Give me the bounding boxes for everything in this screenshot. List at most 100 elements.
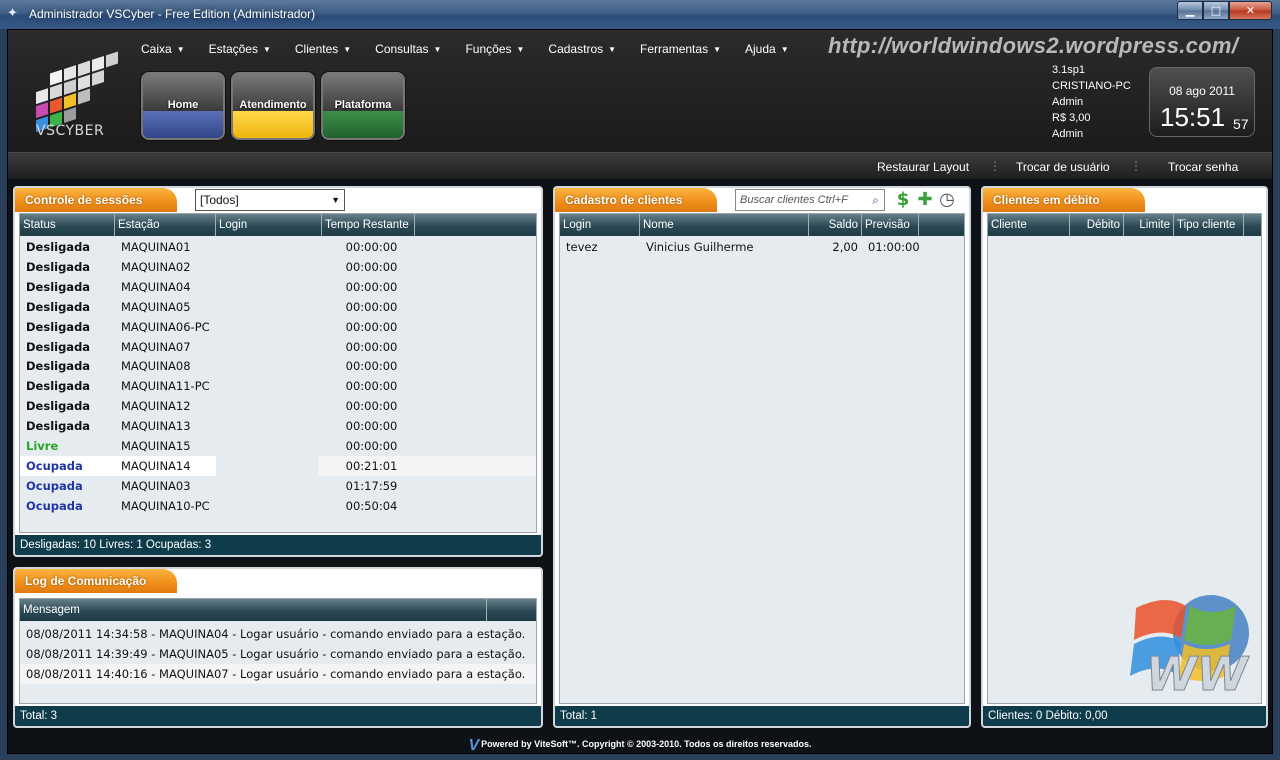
session-row[interactable]: Desligada MAQUINA02 00:00:00 <box>20 257 536 277</box>
add-user-icon[interactable]: ✚ <box>915 190 935 210</box>
session-row[interactable]: Desligada MAQUINA01 00:00:00 <box>20 237 536 257</box>
session-station: MAQUINA03 <box>121 478 191 493</box>
menu-estacoes[interactable]: Estações ▼ <box>209 40 271 58</box>
clients-panel: Cadastro de clientes Buscar clientes Ctr… <box>553 186 971 728</box>
maximize-button[interactable]: □ <box>1203 1 1229 20</box>
session-row[interactable]: Ocupada MAQUINA14 00:21:01 <box>20 455 536 476</box>
minimize-button[interactable]: ▁ <box>1177 1 1203 20</box>
session-login <box>216 396 322 416</box>
session-station: MAQUINA04 <box>121 279 191 294</box>
sessions-grid: Status Estação Login Tempo Restante Desl… <box>19 213 537 533</box>
session-status: Ocupada <box>26 478 83 493</box>
session-row[interactable]: Desligada MAQUINA06-PC 00:00:00 <box>20 317 536 337</box>
session-station: MAQUINA05 <box>121 299 191 314</box>
menu-funcoes[interactable]: Funções ▼ <box>465 40 524 58</box>
menu-label: Ajuda <box>745 42 776 56</box>
restore-layout-link[interactable]: Restaurar Layout <box>877 160 969 174</box>
session-row[interactable]: Desligada MAQUINA08 00:00:00 <box>20 356 536 376</box>
session-time-left: 00:00:00 <box>345 299 398 314</box>
home-button-label: Home <box>167 99 199 111</box>
debt-summary: Clientes: 0 Débito: 0,00 <box>983 706 1266 726</box>
col-time-left[interactable]: Tempo Restante <box>322 214 415 236</box>
session-status: Desligada <box>26 379 91 394</box>
col-filler <box>1244 214 1261 236</box>
session-row[interactable]: Ocupada MAQUINA10-PC 00:50:04 <box>20 496 536 516</box>
session-status: Ocupada <box>26 458 83 473</box>
filter-value: [Todos] <box>200 193 239 207</box>
log-row[interactable]: 08/08/2011 14:40:16 - MAQUINA07 - Logar … <box>20 664 536 684</box>
sessions-panel: Controle de sessões [Todos] ▼ Status Est… <box>13 186 543 557</box>
col-client-login[interactable]: Login <box>560 214 640 236</box>
col-client-balance[interactable]: Saldo <box>809 214 862 236</box>
session-login <box>216 356 322 376</box>
session-row[interactable]: Ocupada MAQUINA03 01:17:59 <box>20 476 536 496</box>
col-login[interactable]: Login <box>216 214 322 236</box>
app-client-area: VSCYBER Caixa ▼ Estações ▼ Clientes ▼ Consu… <box>7 29 1273 754</box>
log-message: 08/08/2011 14:39:49 - MAQUINA05 - Logar … <box>26 647 526 661</box>
session-station: MAQUINA13 <box>121 419 191 434</box>
search-icon[interactable]: ⌕ <box>872 190 879 210</box>
switch-user-link[interactable]: Trocar de usuário <box>1016 160 1110 174</box>
session-row[interactable]: Desligada MAQUINA05 00:00:00 <box>20 297 536 317</box>
menu-caixa[interactable]: Caixa ▼ <box>141 40 185 58</box>
clock-icon[interactable]: ◷ <box>937 190 957 210</box>
windows-watermark-logo: WW <box>1130 595 1250 698</box>
plataforma-button[interactable]: Plataforma <box>321 72 405 140</box>
session-row[interactable]: Desligada MAQUINA13 00:00:00 <box>20 416 536 436</box>
session-login <box>216 277 322 297</box>
session-time-left: 00:00:00 <box>345 279 398 294</box>
window-titlebar[interactable]: ✦ Administrador VSCyber - Free Edition (… <box>0 0 1280 29</box>
col-status[interactable]: Status <box>20 214 115 236</box>
session-time-left: 00:00:00 <box>345 419 398 434</box>
session-status: Desligada <box>26 259 91 274</box>
session-row[interactable]: Desligada MAQUINA07 00:00:00 <box>20 337 536 357</box>
log-row[interactable]: 08/08/2011 14:34:58 - MAQUINA04 - Logar … <box>20 624 536 644</box>
session-status: Desligada <box>26 359 91 374</box>
col-client-type[interactable]: Tipo cliente <box>1174 214 1244 236</box>
user-name: Admin <box>1052 96 1084 108</box>
menu-ferramentas[interactable]: Ferramentas ▼ <box>640 40 721 58</box>
atendimento-button-label: Atendimento <box>239 99 307 111</box>
session-row[interactable]: Desligada MAQUINA12 00:00:00 <box>20 396 536 416</box>
client-login: tevez <box>566 240 598 254</box>
sessions-panel-title: Controle de sessões <box>15 188 177 212</box>
col-client-name[interactable]: Nome <box>640 214 809 236</box>
session-login <box>216 476 322 496</box>
session-row[interactable]: Desligada MAQUINA04 00:00:00 <box>20 277 536 297</box>
session-time-left: 00:00:00 <box>345 319 398 334</box>
session-station: MAQUINA08 <box>121 359 191 374</box>
col-station[interactable]: Estação <box>115 214 216 236</box>
col-debt-amount[interactable]: Débito <box>1070 214 1124 236</box>
menu-clientes[interactable]: Clientes ▼ <box>295 40 351 58</box>
session-station: MAQUINA06-PC <box>121 319 210 334</box>
copyright-text: Powered by ViteSoft™. Copyright © 2003-2… <box>481 739 812 749</box>
menu-cadastros[interactable]: Cadastros ▼ <box>548 40 616 58</box>
close-button[interactable]: ✕ <box>1229 1 1272 20</box>
operator-name: Admin <box>1052 128 1084 140</box>
dropdown-arrow-icon: ▼ <box>331 195 340 205</box>
clients-panel-title: Cadastro de clientes <box>555 188 717 212</box>
col-message[interactable]: Mensagem <box>20 599 487 621</box>
client-row[interactable]: tevez Vinicius Guilherme 2,00 01:00:00 <box>560 237 964 257</box>
col-debt-limit[interactable]: Limite <box>1124 214 1174 236</box>
client-search-input[interactable]: Buscar clientes Ctrl+F ⌕ <box>735 189 885 211</box>
change-password-link[interactable]: Trocar senha <box>1168 160 1238 174</box>
menu-ajuda[interactable]: Ajuda ▼ <box>745 40 789 58</box>
menu-consultas[interactable]: Consultas ▼ <box>375 40 441 58</box>
session-login <box>216 317 322 337</box>
session-time-left: 00:00:00 <box>345 359 398 374</box>
station-filter-select[interactable]: [Todos] ▼ <box>195 189 345 211</box>
menu-label: Funções <box>465 42 512 56</box>
col-client-forecast[interactable]: Previsão <box>862 214 919 236</box>
session-time-left: 00:00:00 <box>345 339 398 354</box>
session-row[interactable]: Desligada MAQUINA11-PC 00:00:00 <box>20 376 536 396</box>
session-row[interactable]: Livre MAQUINA15 00:00:00 <box>20 436 536 456</box>
session-login <box>216 237 322 257</box>
search-placeholder: Buscar clientes Ctrl+F <box>740 194 848 206</box>
home-button[interactable]: Home <box>141 72 225 140</box>
log-row[interactable]: 08/08/2011 14:39:49 - MAQUINA05 - Logar … <box>20 644 536 664</box>
col-debt-client[interactable]: Cliente <box>988 214 1070 236</box>
session-time-left: 00:00:00 <box>345 240 398 254</box>
dollar-icon[interactable]: $ <box>893 190 913 210</box>
atendimento-button[interactable]: Atendimento <box>231 72 315 140</box>
